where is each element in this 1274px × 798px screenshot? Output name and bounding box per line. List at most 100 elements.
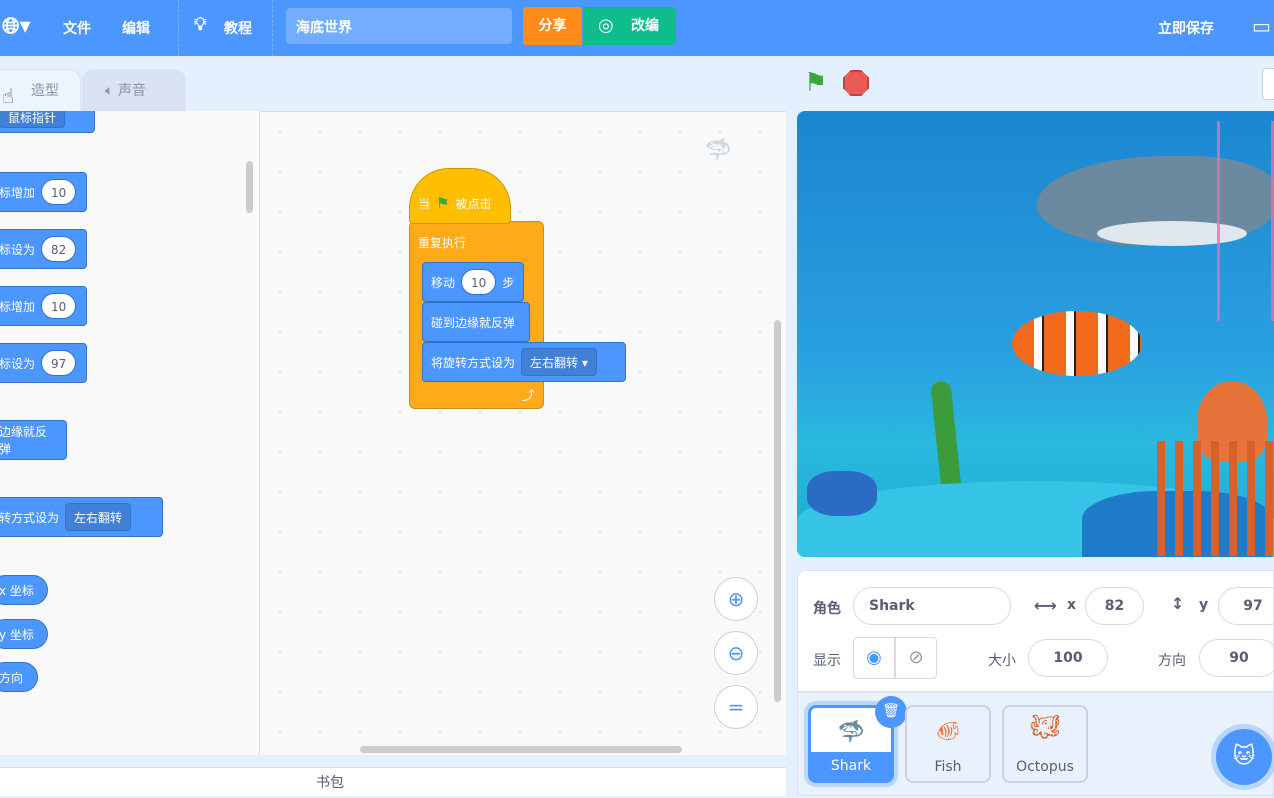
show-label: 显示 [813, 653, 841, 669]
number-input[interactable]: 97 [41, 350, 77, 376]
block-label: y 坐标 [0, 627, 34, 642]
sprite-tile-fish[interactable]: 🐠︎ Fish [905, 705, 991, 783]
green-flag-button[interactable]: ⚑ [804, 68, 827, 98]
palette-block[interactable]: 标增加 10 [0, 286, 87, 326]
block-label: 标设为 [0, 242, 36, 257]
size-input[interactable]: 100 [1028, 639, 1108, 677]
block-label: 标增加 [0, 299, 36, 314]
x-input[interactable]: 82 [1085, 587, 1144, 625]
bounce-block[interactable]: 碰到边缘就反弹 [422, 302, 530, 342]
horizontal-arrows-icon: ⟷ [1034, 596, 1057, 615]
sprite-name: Shark [811, 752, 891, 780]
block-label: x 坐标 [0, 583, 34, 598]
rotation-style-dropdown[interactable]: 左右翻转 ▾ [521, 348, 597, 376]
tab-sounds-label: 声音 [117, 83, 146, 99]
block-label: 步 [502, 275, 515, 290]
show-eye-button[interactable]: ◉ [853, 637, 895, 679]
stage-size-button[interactable] [1262, 68, 1274, 100]
zoom-out-button[interactable]: ⊖ [714, 631, 758, 675]
sprite-name: Fish [934, 759, 962, 775]
palette-scrollbar[interactable] [246, 161, 253, 213]
sprite-info-panel: 角色 Shark ⟷ x 82 ↕ y 97 显示 ◉ ⊘ 大小 100 方向 … [797, 570, 1274, 692]
move-steps-input[interactable]: 10 [461, 269, 497, 295]
zoom-in-button[interactable]: ⊕ [714, 577, 758, 621]
palette-block[interactable]: 标设为 82 [0, 229, 87, 269]
reporter-direction[interactable]: 方向 [0, 662, 38, 692]
speaker-icon: 🔈︎ [105, 83, 114, 99]
mouse-pointer-hand-icon: ☝︎ [2, 84, 15, 108]
hat-label: 当 [418, 196, 431, 211]
direction-input[interactable]: 90 [1199, 639, 1274, 677]
remix-spiral-icon: ◎ [598, 15, 614, 36]
rotation-style-block[interactable]: 将旋转方式设为 左右翻转 ▾ [422, 342, 626, 382]
stop-button[interactable] [843, 70, 869, 96]
backpack-bar[interactable]: 书包 [0, 767, 786, 796]
move-block[interactable]: 移动 10 步 [422, 262, 524, 302]
block-palette: 鼠标指针 标增加 10 标设为 82 标增加 10 标设为 97 边缘就反弹 转方式设为… [0, 111, 260, 755]
remix-button[interactable]: ◎ 改编 [583, 7, 676, 45]
forever-label: 重复执行 [418, 236, 467, 250]
palette-block[interactable]: 标增加 10 [0, 172, 87, 212]
octopus-tentacles [1157, 441, 1274, 556]
block-label: 方向 [0, 670, 24, 685]
sprite-name-input[interactable]: Shark [853, 587, 1011, 625]
delete-trash-icon[interactable]: 🗑︎ [875, 696, 907, 728]
save-now-button[interactable]: 立即保存 [1158, 18, 1214, 38]
menu-edit[interactable]: 编辑 [122, 18, 150, 38]
green-flag-icon: ⚑ [436, 194, 450, 212]
y-label: y [1199, 597, 1209, 613]
direction-label: 方向 [1158, 653, 1186, 669]
folder-icon[interactable]: ▭ [1252, 14, 1271, 38]
project-title-input[interactable]: 海底世界 [286, 8, 512, 44]
dropdown[interactable]: 鼠标指针 [0, 111, 66, 128]
reporter-y[interactable]: y 坐标 [0, 619, 48, 649]
tab-sounds[interactable]: 🔈︎ 声音 [82, 69, 186, 112]
script-area[interactable]: 🦈︎ 重复执行 ⤴ 当 ⚑ 被点击 移动 10 步 碰到边缘就反弹 将旋转方式设为 左右翻转… [260, 111, 786, 755]
number-input[interactable]: 10 [41, 179, 77, 205]
sprite-label: 角色 [813, 601, 841, 617]
sprite-list: 🦈︎ Shark 🗑︎ 🐠︎ Fish 🐙︎ Octopus 🐱︎ [797, 692, 1274, 796]
zoom-reset-button[interactable]: = [714, 685, 758, 729]
palette-block[interactable]: 标设为 97 [0, 343, 87, 383]
fish-sprite[interactable] [1012, 311, 1142, 376]
fish-thumbnail: 🐠︎ [935, 719, 961, 743]
script-vertical-scrollbar[interactable] [774, 320, 781, 702]
sprite-name: Octopus [1016, 759, 1074, 775]
loop-arrow-icon: ⤴ [521, 389, 535, 404]
vertical-arrows-icon: ↕ [1171, 594, 1185, 613]
sprite-tile-shark[interactable]: 🦈︎ Shark 🗑︎ [808, 696, 907, 783]
block-label: 碰到边缘就反弹 [431, 315, 516, 330]
menu-tutorial[interactable]: 教程 [224, 18, 252, 38]
palette-block[interactable]: 鼠标指针 [0, 111, 95, 133]
number-input[interactable]: 10 [41, 293, 77, 319]
sprite-tile-octopus[interactable]: 🐙︎ Octopus [1002, 705, 1088, 783]
block-label: 标增加 [0, 185, 36, 200]
backpack-label: 书包 [316, 775, 344, 791]
add-sprite-cat-button[interactable]: 🐱︎ [1216, 729, 1272, 785]
script-horizontal-scrollbar[interactable] [360, 746, 682, 753]
when-flag-clicked-block[interactable]: 当 ⚑ 被点击 [409, 168, 511, 224]
stage-canvas[interactable] [797, 111, 1274, 557]
shark-thumbnail: 🦈︎ [837, 720, 865, 745]
octopus-thumbnail: 🐙︎ [1029, 713, 1061, 741]
tab-costumes-label: 造型 [31, 83, 59, 99]
size-label: 大小 [988, 653, 1016, 669]
menu-file[interactable]: 文件 [63, 18, 91, 38]
y-input[interactable]: 97 [1218, 587, 1274, 625]
menu-bar: 🌐︎▾ 文件 编辑 💡︎ 教程 海底世界 分享 ◎ 改编 立即保存 ▭ [0, 0, 1274, 56]
palette-block[interactable]: 边缘就反弹 [0, 420, 67, 460]
remix-label: 改编 [631, 18, 659, 34]
number-input[interactable]: 82 [41, 236, 77, 262]
share-button[interactable]: 分享 [523, 7, 582, 45]
coral [1217, 121, 1274, 321]
reporter-x[interactable]: x 坐标 [0, 575, 48, 605]
rotation-dropdown[interactable]: 左右翻转 [65, 503, 132, 531]
block-label: 转方式设为 [0, 510, 60, 525]
lightbulb-icon: 💡︎ [194, 14, 207, 35]
hide-eye-slash-button[interactable]: ⊘ [895, 637, 937, 679]
x-label: x [1067, 597, 1077, 613]
block-label: 标设为 [0, 356, 36, 371]
language-globe-icon[interactable]: 🌐︎▾ [2, 14, 31, 39]
palette-block[interactable]: 转方式设为 左右翻转 [0, 497, 163, 537]
hat-label: 被点击 [455, 196, 492, 211]
